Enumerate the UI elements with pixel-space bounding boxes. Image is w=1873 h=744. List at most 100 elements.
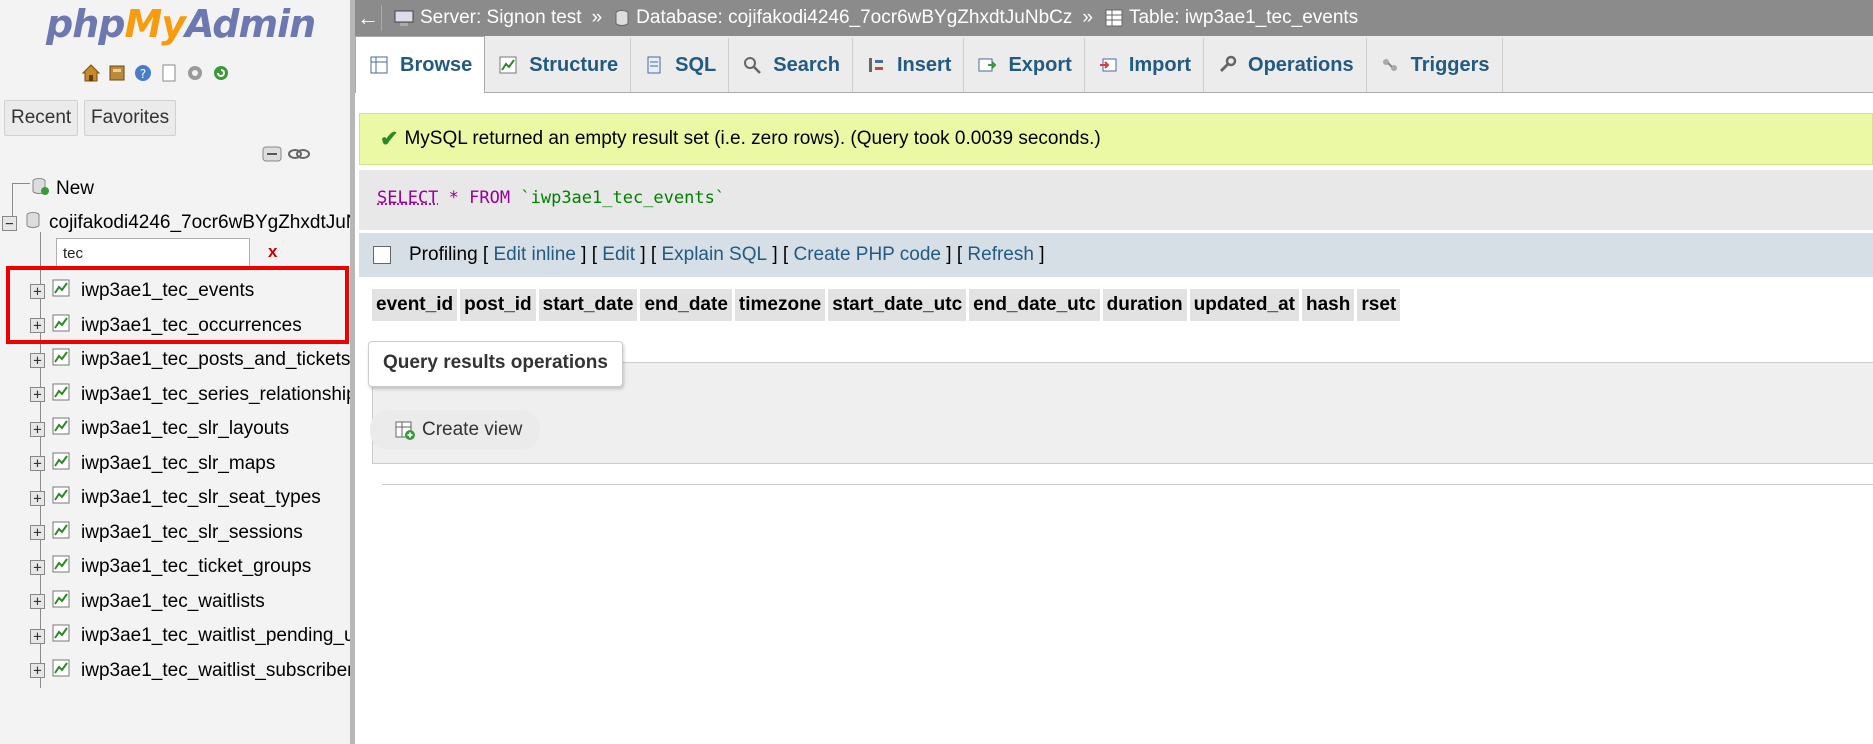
table-structure-icon[interactable] <box>51 520 71 546</box>
table-structure-icon[interactable] <box>51 382 71 408</box>
expand-table-icon[interactable]: + <box>30 525 45 540</box>
sql-keyword-select[interactable]: SELECT <box>377 188 438 208</box>
sql-table-name: `iwp3ae1_tec_events` <box>520 188 726 208</box>
phpmyadmin-logo[interactable]: phpMyAdmin <box>46 2 316 46</box>
table-name[interactable]: iwp3ae1_tec_slr_maps <box>81 453 275 475</box>
column-header[interactable]: rset <box>1357 289 1401 321</box>
expand-table-icon[interactable]: + <box>30 490 45 506</box>
database-icon <box>23 210 43 236</box>
table-tree-item[interactable]: + iwp3ae1_tec_series_relationships <box>30 381 350 409</box>
breadcrumb-database-label: Database: cojifakodi4246_7ocr6wBYgZhxdtJ… <box>636 7 1073 28</box>
tab-structure[interactable]: Structure <box>485 38 632 92</box>
table-tree-item[interactable]: + iwp3ae1_tec_slr_seat_types <box>30 484 321 512</box>
tab-triggers[interactable]: Triggers <box>1367 38 1503 92</box>
table-structure-icon[interactable] <box>51 658 71 684</box>
checkmark-icon: ✔ <box>380 126 399 151</box>
column-header[interactable]: end_date_utc <box>969 289 1100 321</box>
expand-table-icon[interactable]: + <box>30 594 45 609</box>
docs-icon[interactable] <box>158 62 180 84</box>
table-name[interactable]: iwp3ae1_tec_slr_sessions <box>81 522 303 544</box>
breadcrumb-table[interactable]: Table: iwp3ae1_tec_events <box>1105 7 1358 29</box>
breadcrumb-database[interactable]: Database: cojifakodi4246_7ocr6wBYgZhxdtJ… <box>614 7 1072 29</box>
expand-table-icon[interactable]: + <box>30 456 45 471</box>
tab-label: Export <box>1008 53 1072 76</box>
expand-table-icon[interactable]: + <box>30 352 45 368</box>
reload-icon[interactable] <box>210 62 232 84</box>
table-structure-icon[interactable] <box>51 589 71 615</box>
explain-sql-link[interactable]: Explain SQL <box>661 244 767 266</box>
table-filter-input[interactable]: tec <box>56 238 250 268</box>
expand-table-icon[interactable]: + <box>30 387 45 402</box>
expand-table-icon[interactable]: + <box>30 559 45 575</box>
help-icon[interactable]: ? <box>132 62 154 84</box>
database-icon[interactable] <box>106 62 128 84</box>
create-php-code-link[interactable]: Create PHP code <box>793 244 941 266</box>
column-header[interactable]: start_date <box>538 289 638 321</box>
breadcrumb-server[interactable]: Server: Signon test <box>394 7 582 29</box>
table-structure-icon[interactable] <box>51 623 71 649</box>
profiling-checkbox[interactable] <box>373 246 391 264</box>
expand-table-icon[interactable]: + <box>30 628 45 644</box>
column-header[interactable]: hash <box>1302 289 1355 321</box>
column-header[interactable]: event_id <box>372 289 458 321</box>
back-arrow-icon[interactable]: ← <box>355 5 382 31</box>
database-tree-item[interactable]: − cojifakodi4246_7ocr6wBYgZhxdtJuNbCz <box>2 210 350 236</box>
new-label: New <box>56 178 95 199</box>
table-name[interactable]: iwp3ae1_tec_series_relationships <box>81 384 350 406</box>
create-view-button[interactable]: Create view <box>370 410 541 450</box>
table-name[interactable]: iwp3ae1_tec_posts_and_tickets <box>81 349 350 371</box>
tab-import[interactable]: Import <box>1085 38 1205 92</box>
table-tree-item[interactable]: + iwp3ae1_tec_posts_and_tickets <box>30 346 350 374</box>
column-header[interactable]: timezone <box>734 289 826 321</box>
column-header[interactable]: duration <box>1102 289 1187 321</box>
nav-resizer[interactable] <box>350 0 355 744</box>
table-structure-icon[interactable] <box>51 485 71 511</box>
expand-table-icon[interactable]: + <box>30 663 45 678</box>
table-tree-item[interactable]: + iwp3ae1_tec_ticket_groups <box>30 553 311 581</box>
table-structure-icon[interactable] <box>51 451 71 477</box>
column-header[interactable]: updated_at <box>1189 289 1299 321</box>
table-structure-icon[interactable] <box>51 554 71 580</box>
column-header[interactable]: start_date_utc <box>828 289 967 321</box>
tab-insert[interactable]: Insert <box>853 38 965 92</box>
table-name[interactable]: iwp3ae1_tec_waitlists <box>81 591 265 613</box>
link-icon[interactable] <box>288 144 310 169</box>
table-tree-item[interactable]: + iwp3ae1_tec_waitlists <box>30 588 265 616</box>
table-name[interactable]: iwp3ae1_tec_waitlist_subscribers <box>81 660 350 682</box>
collapse-database-icon[interactable]: − <box>2 215 17 231</box>
table-tree-item[interactable]: + iwp3ae1_tec_slr_layouts <box>30 415 289 443</box>
table-name[interactable]: iwp3ae1_tec_slr_seat_types <box>81 487 321 509</box>
column-header[interactable]: post_id <box>460 289 536 321</box>
table-tree-item[interactable]: + iwp3ae1_tec_waitlist_subscribers <box>30 657 350 685</box>
structure-icon <box>497 54 519 76</box>
tab-export[interactable]: Export <box>964 38 1085 92</box>
profiling-bar: Profiling [ Edit inline ] [ Edit ] [ Exp… <box>359 233 1873 277</box>
table-tree-item[interactable]: + iwp3ae1_tec_slr_maps <box>30 450 275 478</box>
table-icon <box>1105 9 1123 27</box>
collapse-all-icon[interactable] <box>262 144 282 169</box>
refresh-link[interactable]: Refresh <box>967 244 1034 266</box>
breadcrumb-separator: » <box>1082 7 1093 28</box>
table-tree-item[interactable]: + iwp3ae1_tec_slr_sessions <box>30 519 303 547</box>
expand-table-icon[interactable]: + <box>30 421 45 437</box>
tab-search[interactable]: Search <box>729 38 853 92</box>
table-name[interactable]: iwp3ae1_tec_ticket_groups <box>81 556 311 578</box>
recent-button[interactable]: Recent <box>4 100 79 136</box>
tab-operations[interactable]: Operations <box>1204 38 1367 92</box>
edit-link[interactable]: Edit <box>602 244 635 266</box>
table-name[interactable]: iwp3ae1_tec_slr_layouts <box>81 418 289 440</box>
tab-label: Operations <box>1248 53 1354 76</box>
table-name[interactable]: iwp3ae1_tec_waitlist_pending_users <box>81 625 350 647</box>
tab-sql[interactable]: SQL <box>631 38 730 92</box>
favorites-button[interactable]: Favorites <box>84 100 177 136</box>
table-tree-item[interactable]: + iwp3ae1_tec_waitlist_pending_users <box>30 622 350 650</box>
table-structure-icon[interactable] <box>51 347 71 373</box>
table-structure-icon[interactable] <box>51 416 71 442</box>
new-database-item[interactable]: New <box>30 176 94 202</box>
home-icon[interactable] <box>80 62 102 84</box>
settings-icon[interactable] <box>184 62 206 84</box>
clear-filter-button[interactable]: x <box>268 242 277 262</box>
column-header[interactable]: end_date <box>640 289 732 321</box>
tab-browse[interactable]: Browse <box>355 36 486 93</box>
edit-inline-link[interactable]: Edit inline <box>494 244 576 266</box>
